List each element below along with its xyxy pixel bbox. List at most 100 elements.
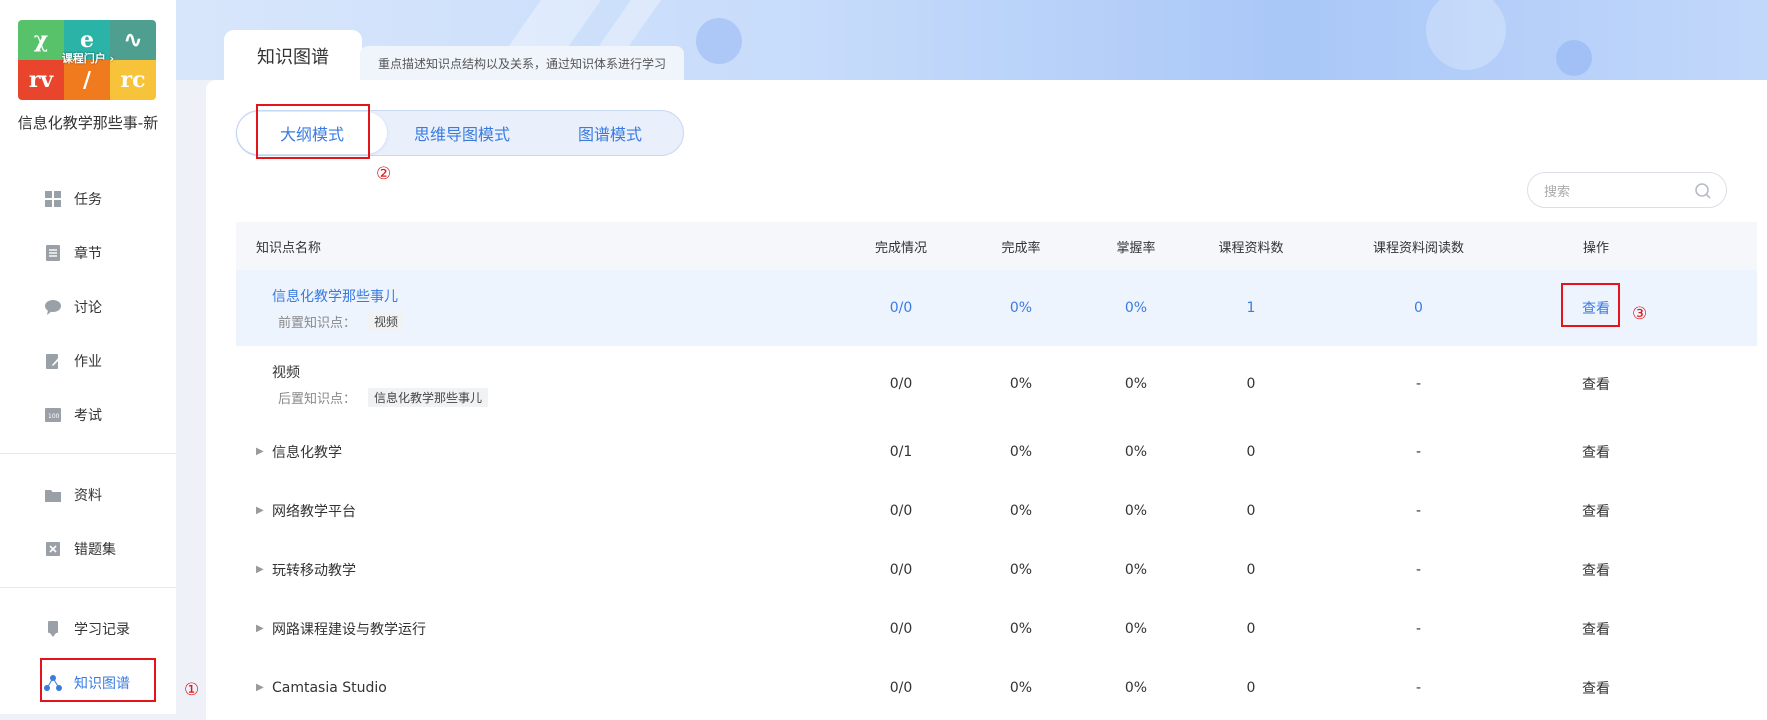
completion-cell: 0/1 — [889, 443, 913, 460]
table-row[interactable]: ▶ 玩转移动教学 0/0 0% 0% 0 - 查看 — [236, 540, 1757, 599]
exam-icon: 100 — [45, 408, 61, 422]
sidebar-item-label: 资料 — [74, 488, 102, 504]
tab-description: 重点描述知识点结构以及关系，通过知识体系进行学习 — [360, 46, 684, 80]
completion-cell: 0/0 — [889, 300, 913, 316]
expand-caret-icon[interactable]: ▶ — [256, 623, 272, 634]
rate-cell: 0% — [1009, 376, 1033, 392]
expand-caret-icon[interactable]: ▶ — [256, 564, 272, 575]
knowledge-point: ▶ 网络教学平台 — [236, 501, 816, 521]
related-knowledge: 前置知识点： 视频 — [256, 311, 816, 331]
knowledge-point-name[interactable]: 信息化教学那些事儿 — [272, 286, 398, 306]
cover-tile: rv — [18, 60, 64, 100]
header-rate: 完成率 — [1001, 240, 1041, 256]
view-button[interactable]: 查看 — [1551, 619, 1641, 639]
sidebar-item-label: 讨论 — [74, 300, 102, 316]
knowledge-point-name[interactable]: 网路课程建设与教学运行 — [272, 619, 426, 639]
header-reads: 课程资料阅读数 — [1372, 240, 1464, 256]
table-row[interactable]: ▶ 信息化教学 0/1 0% 0% 0 - 查看 — [236, 422, 1757, 481]
edit-icon — [46, 354, 61, 369]
sidebar-item-chat[interactable]: 讨论 — [0, 288, 176, 326]
rate-cell: 0% — [1009, 620, 1033, 637]
search-icon[interactable] — [1694, 182, 1712, 200]
completion-cell: 0/0 — [889, 376, 913, 392]
knowledge-point-name[interactable]: 视频 — [272, 362, 300, 382]
completion-cell: 0/0 — [889, 620, 913, 637]
materials-cell: 0 — [1246, 376, 1256, 392]
rate-cell: 0% — [1009, 502, 1033, 519]
list-icon — [46, 245, 60, 261]
sidebar: χ e ∿ rv ∕ rc 课程门户 › 信息化教学那些事-新 任务 章节 讨论 作业 100 考试… — [0, 0, 176, 714]
sidebar-item-record[interactable]: 学习记录 — [0, 610, 176, 648]
knowledge-point: 视频 后置知识点： 信息化教学那些事儿 — [236, 362, 816, 407]
materials-cell: 0 — [1246, 443, 1256, 460]
svg-text:100: 100 — [48, 413, 60, 420]
mode-graph-button[interactable]: 图谱模式 — [537, 112, 683, 154]
knowledge-table: 知识点名称 完成情况 完成率 掌握率 课程资料数 课程资料阅读数 操作 信息化教… — [236, 222, 1757, 717]
cover-tile: rc — [110, 60, 156, 100]
table-row[interactable]: ▶ 网络教学平台 0/0 0% 0% 0 - 查看 — [236, 481, 1757, 540]
sidebar-item-grid[interactable]: 任务 — [0, 180, 176, 218]
tab-knowledge-graph[interactable]: 知识图谱 — [224, 30, 362, 82]
cover-tile: ∕ — [64, 60, 110, 100]
related-tag[interactable]: 视频 — [368, 311, 405, 331]
table-row[interactable]: ▶ 网路课程建设与教学运行 0/0 0% 0% 0 - 查看 — [236, 599, 1757, 658]
course-name: 信息化教学那些事-新 — [17, 114, 159, 132]
annotation-box-1 — [40, 658, 156, 702]
search-input[interactable]: 搜索 — [1527, 172, 1727, 208]
sidebar-item-edit[interactable]: 作业 — [0, 342, 176, 380]
chat-icon — [45, 300, 61, 315]
rate-cell: 0% — [1009, 561, 1033, 578]
knowledge-point-name[interactable]: 信息化教学 — [272, 442, 342, 462]
reads-cell: - — [1415, 620, 1422, 637]
knowledge-point-name[interactable]: 玩转移动教学 — [272, 560, 356, 580]
knowledge-point: ▶ 信息化教学 — [236, 442, 816, 462]
sidebar-item-label: 章节 — [74, 246, 102, 262]
course-portal-link[interactable]: 课程门户 › — [0, 50, 176, 66]
expand-caret-icon[interactable]: ▶ — [256, 505, 272, 516]
reads-cell: - — [1415, 502, 1422, 519]
sidebar-item-exam[interactable]: 100 考试 — [0, 396, 176, 434]
reads-cell: - — [1415, 376, 1422, 392]
folder-icon — [45, 490, 61, 502]
materials-cell: 0 — [1246, 502, 1256, 519]
header-action: 操作 — [1582, 240, 1609, 256]
knowledge-point-name[interactable]: Camtasia Studio — [272, 680, 387, 696]
sidebar-item-list[interactable]: 章节 — [0, 234, 176, 272]
reads-cell: 0 — [1414, 300, 1423, 316]
mode-mindmap-button[interactable]: 思维导图模式 — [387, 112, 537, 154]
materials-cell: 0 — [1246, 679, 1256, 696]
mastery-cell: 0% — [1124, 679, 1148, 696]
view-button[interactable]: 查看 — [1551, 442, 1641, 462]
knowledge-point-name[interactable]: 网络教学平台 — [272, 501, 356, 521]
sidebar-item-folder[interactable]: 资料 — [0, 476, 176, 514]
sidebar-item-label: 作业 — [74, 354, 102, 370]
view-button[interactable]: 查看 — [1551, 560, 1641, 580]
table-row[interactable]: 视频 后置知识点： 信息化教学那些事儿 0/0 0% 0% 0 - 查看 — [236, 346, 1757, 422]
mastery-cell: 0% — [1124, 620, 1148, 637]
annotation-number-2: ② — [376, 164, 392, 184]
view-button[interactable]: 查看 — [1551, 678, 1641, 698]
header-completion: 完成情况 — [874, 240, 927, 256]
expand-caret-icon[interactable]: ▶ — [256, 446, 272, 457]
rate-cell: 0% — [1009, 443, 1033, 460]
expand-caret-icon[interactable]: ▶ — [256, 682, 272, 693]
header-materials: 课程资料数 — [1218, 240, 1284, 256]
sidebar-item-wrong[interactable]: 错题集 — [0, 530, 176, 568]
completion-cell: 0/0 — [889, 679, 913, 696]
mastery-cell: 0% — [1124, 443, 1148, 460]
table-row[interactable]: ▶ Camtasia Studio 0/0 0% 0% 0 - 查看 — [236, 658, 1757, 717]
nav-divider — [0, 587, 176, 588]
reads-cell: - — [1415, 679, 1422, 696]
materials-cell: 0 — [1246, 620, 1256, 637]
table-row[interactable]: 信息化教学那些事儿 前置知识点： 视频 0/0 0% 0% 1 0 查看 — [236, 270, 1757, 346]
search-placeholder: 搜索 — [1544, 184, 1571, 200]
annotation-box-2 — [256, 104, 370, 159]
view-button[interactable]: 查看 — [1551, 374, 1641, 394]
reads-cell: - — [1415, 561, 1422, 578]
knowledge-point: 信息化教学那些事儿前置知识点： 视频 — [236, 286, 816, 331]
view-button[interactable]: 查看 — [1551, 501, 1641, 521]
annotation-box-3 — [1561, 283, 1620, 327]
completion-cell: 0/0 — [889, 502, 913, 519]
related-tag[interactable]: 信息化教学那些事儿 — [368, 387, 489, 407]
related-label: 前置知识点： — [278, 315, 357, 331]
